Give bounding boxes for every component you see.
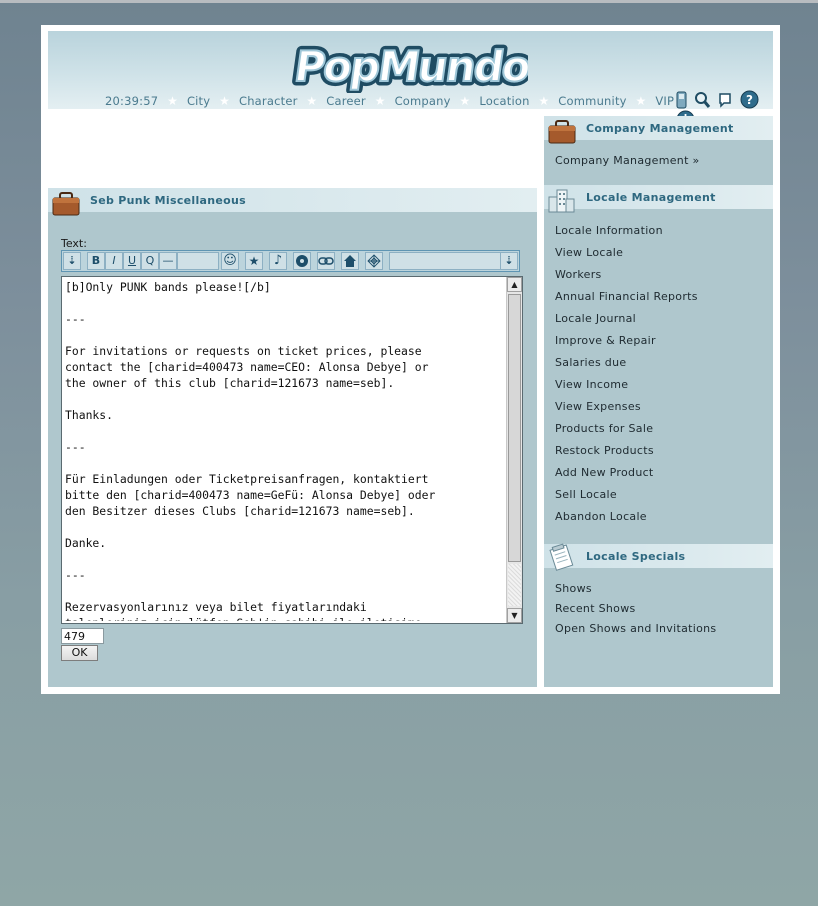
editor-scrollbar[interactable]: ▲ ▼ xyxy=(506,277,522,623)
sidebar-link-improve-repair[interactable]: Improve & Repair xyxy=(555,334,656,347)
locale-management-title: Locale Management xyxy=(586,191,716,204)
ok-button[interactable]: OK xyxy=(61,645,98,661)
star-icon[interactable]: ★ xyxy=(245,252,263,270)
sidebar-link-open-shows-invitations[interactable]: Open Shows and Invitations xyxy=(555,622,716,635)
header-tools: ? xyxy=(676,89,773,129)
sidebar-link-add-new-product[interactable]: Add New Product xyxy=(555,466,654,479)
link-icon[interactable] xyxy=(317,252,335,270)
nav-career[interactable]: Career xyxy=(326,94,366,108)
sidebar: Company Management Company Management » … xyxy=(544,116,773,687)
company-management-link[interactable]: Company Management » xyxy=(555,154,700,167)
company-management-header: Company Management xyxy=(544,116,773,144)
toolbar-spacer xyxy=(177,252,219,270)
site-header: PopMundo PopMundo 20:39:57 ★ City ★ Char… xyxy=(48,31,773,129)
locale-specials-header: Locale Specials xyxy=(544,543,773,571)
sidebar-link-salaries-due[interactable]: Salaries due xyxy=(555,356,626,369)
main-nav: 20:39:57 ★ City ★ Character ★ Career ★ C… xyxy=(105,93,674,108)
buildings-icon xyxy=(548,189,575,213)
sidebar-link-locale-journal[interactable]: Locale Journal xyxy=(555,312,636,325)
sidebar-link-shows[interactable]: Shows xyxy=(555,582,592,595)
content-panel: Seb Punk Miscellaneous Text: ⇣ B I U Q —… xyxy=(48,188,537,687)
clock: 20:39:57 xyxy=(105,93,159,108)
underline-button[interactable]: U xyxy=(123,252,141,270)
music-note-icon[interactable]: ♪ xyxy=(269,252,287,270)
nav-city[interactable]: City xyxy=(187,94,210,108)
help-icon[interactable]: ? xyxy=(740,90,759,109)
home-icon[interactable] xyxy=(341,252,359,270)
editor-textarea[interactable]: [b]Only PUNK bands please![/b] --- For i… xyxy=(65,279,505,621)
locale-specials-title: Locale Specials xyxy=(586,550,686,563)
editor-toolbar: ⇣ B I U Q — ☺ ★ ♪ ⇣ xyxy=(61,250,520,272)
sidebar-link-abandon-locale[interactable]: Abandon Locale xyxy=(555,510,647,523)
star-separator-icon: ★ xyxy=(374,93,386,108)
scroll-down-icon[interactable]: ▼ xyxy=(507,608,522,623)
logo-text: PopMundo xyxy=(292,42,528,91)
star-separator-icon: ★ xyxy=(635,93,647,108)
char-count-field[interactable]: 479 xyxy=(61,628,104,644)
nav-location[interactable]: Location xyxy=(479,94,529,108)
sidebar-link-view-expenses[interactable]: View Expenses xyxy=(555,400,641,413)
line-button[interactable]: — xyxy=(159,252,177,270)
mobile-phone-icon[interactable] xyxy=(676,91,687,109)
web-icon[interactable] xyxy=(365,252,383,270)
content-panel-header: Seb Punk Miscellaneous xyxy=(48,188,537,216)
briefcase-icon xyxy=(52,192,80,216)
sidebar-link-workers[interactable]: Workers xyxy=(555,268,602,281)
sidebar-link-recent-shows[interactable]: Recent Shows xyxy=(555,602,636,615)
nav-company[interactable]: Company xyxy=(395,94,451,108)
page-frame: PopMundo PopMundo 20:39:57 ★ City ★ Char… xyxy=(41,25,780,694)
star-separator-icon: ★ xyxy=(306,93,318,108)
sidebar-link-view-income[interactable]: View Income xyxy=(555,378,628,391)
text-label: Text: xyxy=(61,237,87,250)
italic-button[interactable]: I xyxy=(105,252,123,270)
toolbar-grip-icon[interactable]: ⇣ xyxy=(500,252,518,270)
search-icon[interactable] xyxy=(694,91,711,109)
text-editor[interactable]: [b]Only PUNK bands please![/b] --- For i… xyxy=(61,276,523,624)
sidebar-link-view-locale[interactable]: View Locale xyxy=(555,246,623,259)
bold-button[interactable]: B xyxy=(87,252,105,270)
panel-title: Seb Punk Miscellaneous xyxy=(90,194,246,207)
company-management-title: Company Management xyxy=(586,122,734,135)
sidebar-link-restock-products[interactable]: Restock Products xyxy=(555,444,654,457)
smiley-icon[interactable]: ☺ xyxy=(221,252,239,270)
star-separator-icon: ★ xyxy=(459,93,471,108)
sidebar-link-products-for-sale[interactable]: Products for Sale xyxy=(555,422,653,435)
toolbar-spacer xyxy=(389,252,502,270)
notepad-icon xyxy=(549,543,574,571)
star-separator-icon: ★ xyxy=(538,93,550,108)
toolbar-grip-icon[interactable]: ⇣ xyxy=(63,252,81,270)
sidebar-link-annual-financial-reports[interactable]: Annual Financial Reports xyxy=(555,290,698,303)
nav-character[interactable]: Character xyxy=(239,94,298,108)
sidebar-link-sell-locale[interactable]: Sell Locale xyxy=(555,488,617,501)
nav-community[interactable]: Community xyxy=(558,94,626,108)
locale-management-header: Locale Management xyxy=(544,185,773,213)
briefcase-icon xyxy=(548,120,576,144)
star-separator-icon: ★ xyxy=(219,93,231,108)
scroll-thumb[interactable] xyxy=(508,294,521,562)
star-separator-icon: ★ xyxy=(167,93,179,108)
record-disc-icon[interactable] xyxy=(293,252,311,270)
scroll-up-icon[interactable]: ▲ xyxy=(507,277,522,292)
quote-button[interactable]: Q xyxy=(141,252,159,270)
top-border xyxy=(0,0,818,3)
scroll-track[interactable] xyxy=(508,564,521,606)
svg-text:?: ? xyxy=(746,93,753,107)
notes-icon[interactable] xyxy=(718,91,733,109)
nav-vip[interactable]: VIP xyxy=(655,94,674,108)
sidebar-link-locale-information[interactable]: Locale Information xyxy=(555,224,663,237)
popmundo-logo[interactable]: PopMundo PopMundo xyxy=(292,37,528,93)
